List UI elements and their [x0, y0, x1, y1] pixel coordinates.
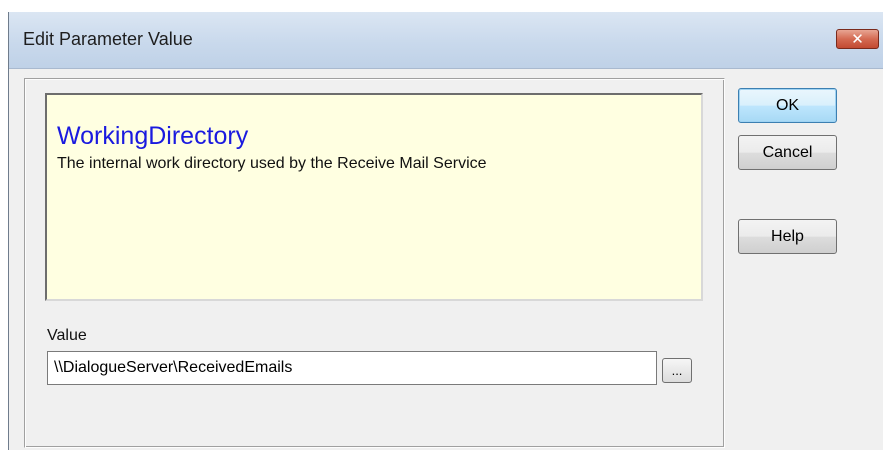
help-button[interactable]: Help [738, 219, 837, 254]
close-button[interactable]: ✕ [836, 29, 879, 49]
parameter-name: WorkingDirectory [57, 122, 249, 150]
parameter-info-panel: WorkingDirectory The internal work direc… [45, 93, 703, 301]
cancel-button[interactable]: Cancel [738, 135, 837, 170]
parameter-description: The internal work directory used by the … [57, 155, 487, 172]
ok-button[interactable]: OK [738, 88, 837, 123]
value-label: Value [47, 327, 87, 344]
edit-parameter-dialog: Edit Parameter Value ✕ WorkingDirectory … [8, 12, 883, 450]
browse-button[interactable]: ... [662, 358, 692, 383]
window-title: Edit Parameter Value [23, 29, 193, 49]
value-input[interactable] [47, 351, 657, 385]
close-icon: ✕ [851, 30, 864, 48]
title-bar[interactable]: Edit Parameter Value ✕ [9, 12, 883, 69]
dialog-content: WorkingDirectory The internal work direc… [9, 69, 883, 450]
